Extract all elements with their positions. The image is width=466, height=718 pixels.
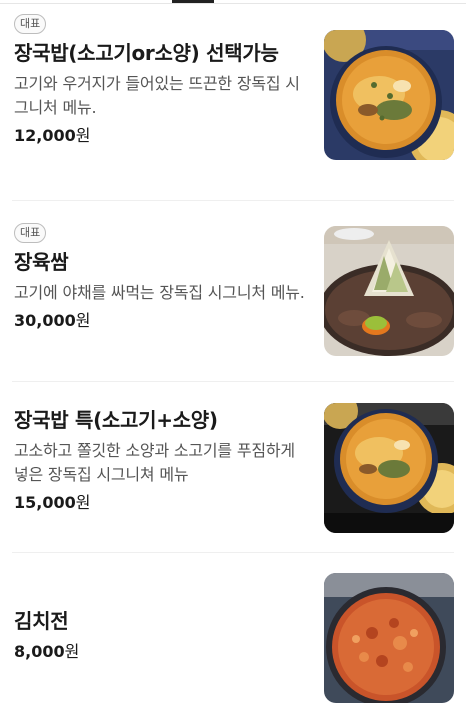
menu-item-price: 30,000원 (14, 309, 306, 333)
menu-item-price: 15,000원 (14, 491, 306, 515)
gukbap-special-photo[interactable] (324, 403, 454, 533)
price-amount: 12,000 (14, 126, 76, 145)
menu-item-jangukbap[interactable]: 대표 장국밥(소고기or소양) 선택가능 고기와 우거지가 들어있는 뜨끈한 장… (0, 4, 466, 201)
menu-item-jangyuk-ssam[interactable]: 대표 장육쌈 고기에 야채를 싸먹는 장독집 시그니처 메뉴. 30,000원 (0, 201, 466, 382)
price-amount: 15,000 (14, 493, 76, 512)
gukbap-photo[interactable] (324, 30, 454, 160)
kimchijeon-image (324, 573, 454, 703)
gukbap-special-image (324, 403, 454, 533)
menu-item-jangukbap-special[interactable]: 장국밥 특(소고기+소양) 고소하고 쫄깃한 소양과 소고기를 푸짐하게넣은 장… (0, 382, 466, 553)
signature-badge: 대표 (14, 223, 47, 243)
menu-item-description: 고기와 우거지가 들어있는 뜨끈한 장독집 시그니처 메뉴. (14, 74, 300, 117)
price-amount: 8,000 (14, 642, 65, 661)
signature-badge: 대표 (14, 14, 47, 34)
menu-list: 대표 장국밥(소고기or소양) 선택가능 고기와 우거지가 들어있는 뜨끈한 장… (0, 4, 466, 718)
menu-item-kimchijeon[interactable]: 김치전 8,000원 (0, 553, 466, 718)
menu-item-name: 장국밥 특(소고기+소양) (14, 408, 218, 432)
menu-item-price: 8,000원 (14, 640, 306, 664)
gukbap-image (324, 30, 454, 160)
jangyuk-ssam-image (324, 226, 454, 356)
active-tab-indicator (172, 0, 214, 3)
menu-item-name: 장국밥(소고기or소양) 선택가능 (14, 41, 279, 65)
menu-item-description: 고소하고 쫄깃한 소양과 소고기를 푸짐하게넣은 장독집 시그니쳐 메뉴 (14, 441, 295, 484)
price-currency: 원 (75, 493, 91, 512)
jangyuk-ssam-photo[interactable] (324, 226, 454, 356)
kimchijeon-photo[interactable] (324, 573, 454, 703)
price-amount: 30,000 (14, 311, 76, 330)
menu-item-description: 고기에 야채를 싸먹는 장독집 시그니처 메뉴. (14, 283, 305, 302)
price-currency: 원 (64, 642, 80, 661)
price-currency: 원 (75, 311, 91, 330)
menu-item-price: 12,000원 (14, 124, 306, 148)
price-currency: 원 (75, 126, 91, 145)
menu-item-name: 김치전 (14, 609, 69, 633)
menu-item-name: 장육쌈 (14, 250, 69, 274)
